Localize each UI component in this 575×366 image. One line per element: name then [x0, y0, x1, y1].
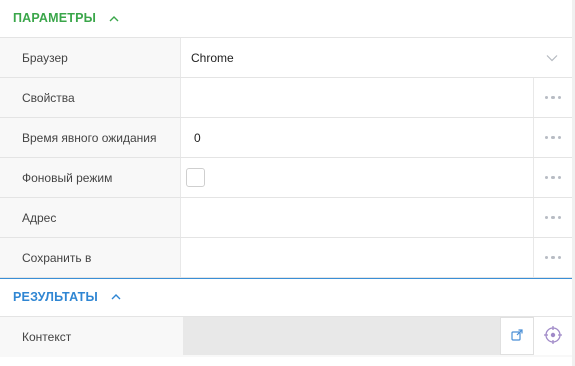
params-grid: Браузер Chrome Свойства Время явного ожи… [0, 37, 572, 278]
param-row-properties: Свойства [0, 78, 572, 118]
param-row-save-to: Сохранить в [0, 238, 572, 278]
param-row-browser: Браузер Chrome [0, 38, 572, 78]
properties-field[interactable] [180, 78, 533, 117]
more-dots-icon [544, 255, 562, 260]
results-grid: Контекст [0, 316, 572, 357]
context-field [183, 317, 500, 355]
params-section-header[interactable]: ПАРАМЕТРЫ [0, 0, 575, 36]
results-section-title: РЕЗУЛЬТАТЫ [13, 289, 98, 304]
background-mode-cell [180, 158, 533, 197]
background-mode-more-button[interactable] [533, 158, 572, 197]
param-label-address: Адрес [0, 198, 180, 237]
chevron-up-icon[interactable] [108, 12, 120, 24]
save-to-field[interactable] [180, 238, 533, 277]
explicit-wait-input[interactable]: 0 [180, 118, 533, 157]
chevron-up-icon[interactable] [110, 291, 122, 303]
explicit-wait-value: 0 [194, 130, 201, 145]
more-dots-icon [544, 135, 562, 140]
more-dots-icon [544, 95, 562, 100]
result-row-context: Контекст [0, 317, 572, 357]
result-label-context: Контекст [0, 317, 180, 357]
target-icon [543, 325, 563, 348]
background-mode-checkbox[interactable] [186, 168, 205, 187]
param-label-save-to: Сохранить в [0, 238, 180, 277]
param-label-background-mode: Фоновый режим [0, 158, 180, 197]
context-open-button[interactable] [500, 317, 534, 355]
param-row-background-mode: Фоновый режим [0, 158, 572, 198]
address-more-button[interactable] [533, 198, 572, 237]
results-section-header[interactable]: РЕЗУЛЬТАТЫ [0, 278, 575, 314]
more-dots-icon [544, 175, 562, 180]
context-target-button[interactable] [534, 317, 572, 355]
save-to-more-button[interactable] [533, 238, 572, 277]
param-label-explicit-wait: Время явного ожидания [0, 118, 180, 157]
explicit-wait-more-button[interactable] [533, 118, 572, 157]
open-external-icon [510, 328, 524, 345]
properties-more-button[interactable] [533, 78, 572, 117]
address-field[interactable] [180, 198, 533, 237]
browser-select[interactable]: Chrome [180, 38, 572, 77]
browser-select-value: Chrome [191, 50, 234, 65]
param-row-address: Адрес [0, 198, 572, 238]
param-label-properties: Свойства [0, 78, 180, 117]
params-section-title: ПАРАМЕТРЫ [13, 11, 97, 25]
more-dots-icon [544, 215, 562, 220]
chevron-down-icon[interactable] [546, 51, 558, 65]
param-label-browser: Браузер [0, 38, 180, 77]
param-row-explicit-wait: Время явного ожидания 0 [0, 118, 572, 158]
